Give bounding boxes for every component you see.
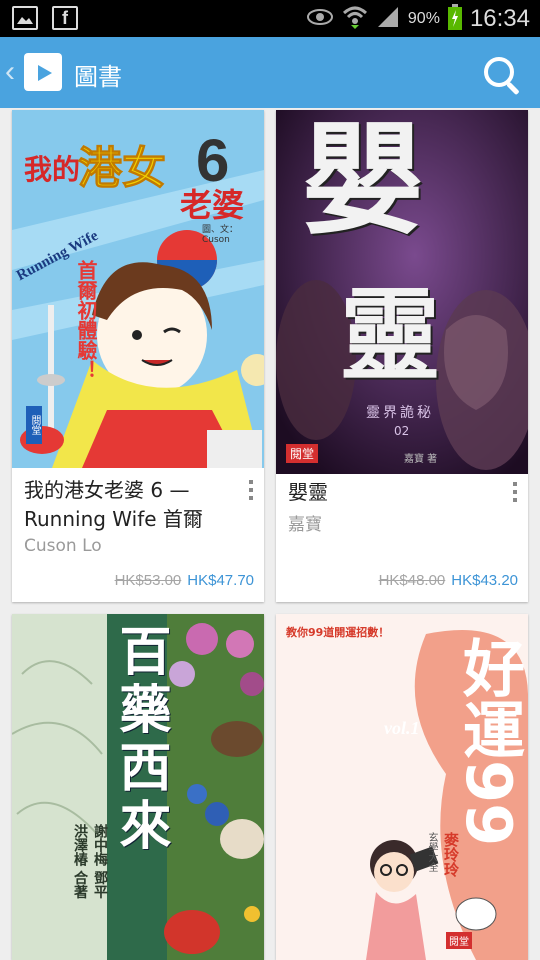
action-bar: ‹ 圖書: [0, 37, 540, 108]
cover-authors-1: 謝中梅 鄧平: [92, 824, 108, 899]
book-cover[interactable]: 我的 港女 老婆 6 圖、文：Cuson Running Wife 首爾初體驗！…: [12, 110, 264, 468]
cover-title-1: 嬰: [302, 110, 424, 251]
book-card[interactable]: 百藥西來 謝中梅 鄧平 洪澤椿 合著: [12, 614, 264, 960]
book-card[interactable]: 我的 港女 老婆 6 圖、文：Cuson Running Wife 首爾初體驗！…: [12, 110, 264, 602]
play-store-icon[interactable]: [24, 53, 62, 91]
search-icon[interactable]: [484, 57, 514, 87]
clock: 16:34: [469, 5, 530, 32]
signal-icon: [376, 5, 400, 33]
status-bar: f 90% 16:34: [0, 0, 540, 37]
overflow-menu-icon[interactable]: [246, 480, 256, 506]
cover-title-2: 靈: [340, 276, 440, 394]
book-cover[interactable]: 百藥西來 謝中梅 鄧平 洪澤椿 合著: [12, 614, 264, 960]
book-price: HK$53.00 HK$47.70: [115, 572, 254, 589]
book-card[interactable]: 教你99道開運招數！ 好運99 vol.1 麥玲玲 玄學大全 閱堂: [276, 614, 528, 960]
up-chevron-icon[interactable]: ‹: [5, 55, 15, 89]
gallery-icon: [12, 6, 38, 30]
cover-author: 嘉寶 著: [404, 454, 438, 465]
cover-title-2: 港女: [78, 143, 167, 195]
eye-icon: [306, 8, 334, 30]
cover-credit: 圖、文：Cuson: [202, 225, 239, 245]
battery-icon: [447, 4, 462, 34]
cover-title: 百藥西來: [110, 624, 170, 856]
book-card[interactable]: 嬰 靈 靈界詭秘 02 閱堂 嘉寶 著 嬰靈 嘉寶 HK$48.00 HK$43.…: [276, 110, 528, 602]
book-title: 嬰靈: [288, 480, 328, 504]
original-price: HK$53.00: [114, 572, 182, 589]
cover-title-1: 我的: [24, 153, 81, 186]
sale-price[interactable]: HK$47.70: [187, 572, 254, 589]
cover-headline: 教你99道開運招數！: [286, 626, 390, 639]
book-cover[interactable]: 教你99道開運招數！ 好運99 vol.1 麥玲玲 玄學大全 閱堂: [276, 614, 528, 960]
publisher-logo: 閱堂: [446, 932, 472, 949]
facebook-icon: f: [52, 6, 78, 30]
book-cover[interactable]: 嬰 靈 靈界詭秘 02 閱堂 嘉寶 著: [276, 110, 528, 474]
book-title: 我的港女老婆 6 — Running Wife 首爾: [24, 478, 203, 531]
publisher-logo: 閱堂: [26, 406, 42, 444]
battery-percent: 90%: [407, 10, 440, 27]
cover-volume: 02: [394, 424, 410, 438]
cover-number: 6: [196, 127, 230, 194]
page-title: 圖書: [74, 63, 122, 91]
cover-title: 好運99: [452, 636, 525, 847]
cover-red-text: 首爾初體驗！: [74, 260, 98, 380]
cover-volume: vol.1: [384, 718, 420, 738]
cover-authors-2: 洪澤椿 合著: [72, 824, 88, 899]
cover-series: 靈界詭秘: [366, 405, 434, 421]
sale-price[interactable]: HK$43.20: [451, 572, 518, 589]
book-price: HK$48.00 HK$43.20: [379, 572, 518, 589]
publisher-logo: 閱堂: [286, 444, 319, 463]
book-author: 嘉寶: [288, 515, 322, 535]
original-price: HK$48.00: [378, 572, 446, 589]
cover-author: 麥玲玲: [442, 832, 460, 877]
book-info: 我的港女老婆 6 — Running Wife 首爾 Cuson Lo HK$5…: [12, 468, 264, 602]
book-info: 嬰靈 嘉寶 HK$48.00 HK$43.20: [276, 474, 528, 602]
wifi-icon: [342, 5, 368, 33]
book-author: Cuson Lo: [24, 536, 102, 556]
overflow-menu-icon[interactable]: [510, 482, 520, 508]
cover-series: 玄學大全: [426, 832, 437, 872]
